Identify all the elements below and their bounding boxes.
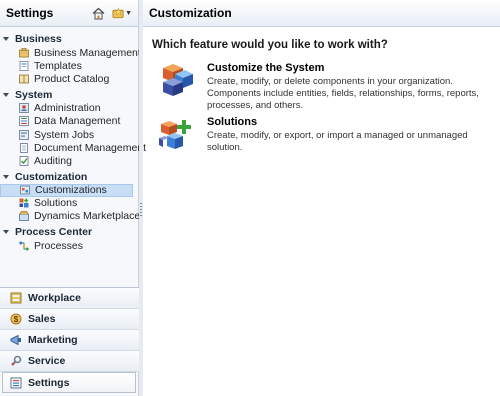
auditing-icon (19, 156, 29, 166)
customize-system-link[interactable]: Customize the System Create, modify, or … (157, 62, 500, 112)
wunderbar-label: Workplace (28, 292, 81, 304)
nav-group-label: Customization (15, 170, 88, 183)
product-catalog-icon (19, 74, 29, 84)
feature-question: Which feature would you like to work wit… (152, 39, 388, 51)
nav-group-process-center[interactable]: Process Center (0, 225, 138, 239)
nav-item-label: System Jobs (34, 128, 95, 141)
nav-item-label: Dynamics Marketplace (34, 210, 141, 223)
nav-item-data-management[interactable]: Data Management (0, 115, 138, 128)
feature-title[interactable]: Solutions (207, 116, 500, 128)
nav-item-solutions[interactable]: Solutions (0, 197, 138, 210)
collapse-triangle-icon (3, 92, 9, 97)
system-jobs-icon (19, 129, 29, 140)
wunderbar-label: Sales (28, 313, 56, 325)
wunderbar-label: Settings (28, 376, 70, 389)
nav-item-auditing[interactable]: Auditing (0, 154, 138, 167)
nav-item-customizations[interactable]: Customizations (0, 183, 133, 197)
favorites-dropdown-button[interactable]: ▼ (111, 4, 133, 22)
nav-item-label: Business Management (34, 46, 141, 59)
nav-header: Settings ▼ (0, 0, 138, 27)
nav-title: Settings (6, 6, 54, 20)
processes-icon (19, 241, 29, 251)
nav-item-label: Processes (34, 239, 84, 252)
collapse-triangle-icon (3, 37, 9, 41)
wunderbar-label: Marketing (28, 334, 78, 346)
customizations-icon (20, 185, 30, 195)
svg-text:$: $ (14, 315, 19, 324)
nav-item-product-catalog[interactable]: Product Catalog (0, 72, 138, 85)
collapse-triangle-icon (3, 230, 9, 235)
data-management-icon (19, 116, 29, 127)
nav-group-label: Business (15, 33, 62, 45)
wunderbar-label: Service (28, 355, 66, 367)
marketplace-icon (19, 211, 29, 222)
home-icon (92, 7, 104, 19)
solutions-link[interactable]: Solutions Create, modify, or export, or … (157, 116, 500, 154)
workplace-icon (10, 292, 22, 304)
templates-icon (19, 60, 29, 71)
administration-icon (19, 103, 29, 114)
nav-item-dynamics-marketplace[interactable]: Dynamics Marketplace (0, 210, 141, 223)
feature-title[interactable]: Customize the System (207, 62, 500, 74)
wunderbar-workplace-button[interactable]: Workplace (0, 288, 139, 309)
nav-group-customization[interactable]: Customization (0, 170, 138, 184)
customize-system-text: Customize the System Create, modify, or … (207, 62, 500, 112)
solutions-icon (19, 198, 29, 208)
wunderbar-settings-button[interactable]: Settings (2, 372, 136, 393)
nav-group-label: System (15, 88, 53, 101)
nav-item-label: Document Management (34, 141, 147, 154)
splitter-grip (140, 203, 142, 217)
chevron-down-icon: ▼ (125, 9, 132, 17)
feature-description: Create, modify, or delete components in … (207, 76, 479, 111)
feature-description: Create, modify, or export, or import a m… (207, 130, 468, 153)
wunderbar-marketing-button[interactable]: Marketing (0, 330, 139, 351)
nav-item-label: Auditing (34, 154, 72, 167)
nav-group-system[interactable]: System (0, 88, 138, 102)
nav-item-label: Administration (34, 102, 101, 115)
settings-tree: Business Business Management Templates Prod… (0, 27, 146, 252)
nav-item-document-management[interactable]: Document Management (0, 141, 146, 154)
nav-item-system-jobs[interactable]: System Jobs (0, 128, 138, 141)
nav-group-business[interactable]: Business (0, 32, 138, 46)
service-icon (11, 355, 22, 366)
wunderbar-service-button[interactable]: Service (0, 351, 139, 372)
nav-tools: ▼ (89, 4, 138, 22)
nav-item-business-management[interactable]: Business Management (0, 46, 141, 59)
settings-navigation-pane: Settings ▼ Business Business Management Te… (0, 0, 146, 396)
sales-icon: $ (10, 313, 22, 325)
business-management-icon (19, 47, 29, 57)
nav-item-processes[interactable]: Processes (0, 239, 138, 252)
wunderbar-sales-button[interactable]: $ Sales (0, 309, 139, 330)
marketing-icon (10, 334, 21, 346)
nav-item-label: Data Management (34, 115, 121, 128)
content-header: Customization (143, 0, 500, 27)
collapse-triangle-icon (3, 174, 9, 179)
nav-item-administration[interactable]: Administration (0, 102, 138, 115)
content-title: Customization (149, 6, 232, 20)
wunderbar: Workplace $ Sales Marketing Service Settings (0, 287, 139, 393)
favorites-icon (112, 7, 124, 18)
nav-item-label: Templates (34, 59, 82, 72)
solutions-feature-icon (159, 120, 191, 149)
solutions-text: Solutions Create, modify, or export, or … (207, 116, 500, 154)
customize-system-icon (163, 64, 193, 96)
content-pane: Customization Which feature would you li… (143, 0, 500, 396)
nav-item-templates[interactable]: Templates (0, 59, 138, 72)
settings-icon (10, 377, 22, 388)
home-button[interactable] (89, 4, 107, 22)
nav-item-label: Product Catalog (34, 72, 110, 85)
nav-group-label: Process Center (15, 226, 93, 239)
document-management-icon (20, 142, 28, 153)
nav-item-label: Solutions (34, 197, 78, 210)
nav-item-label: Customizations (35, 184, 107, 197)
